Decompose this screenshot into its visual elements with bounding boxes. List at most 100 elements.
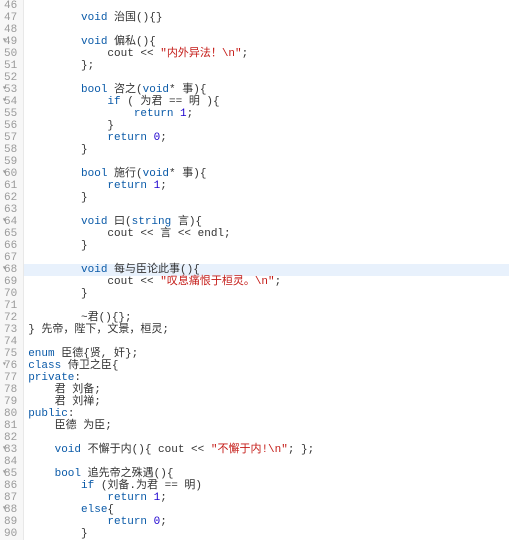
code-token [28,108,134,120]
fold-toggle-icon[interactable] [2,85,10,93]
code-line[interactable] [24,432,509,444]
code-token: : [74,372,81,384]
fold-toggle-icon[interactable] [2,265,10,273]
code-line[interactable]: 君 刘禅; [24,396,509,408]
code-line[interactable]: 臣德 为臣; [24,420,509,432]
code-token [147,180,154,192]
code-line[interactable]: return 0; [24,132,509,144]
code-line[interactable]: } [24,240,509,252]
line-number: 57 [4,132,17,144]
code-token [147,516,154,528]
code-line[interactable]: private: [24,372,509,384]
code-token: return [107,492,147,504]
fold-toggle-icon[interactable] [2,469,10,477]
code-token: 追先帝之殊遇(){ [81,468,173,480]
code-line[interactable]: void 治国(){} [24,12,509,24]
code-token: "内外异法！\n" [160,48,241,60]
code-line[interactable] [24,204,509,216]
code-line[interactable]: return 1; [24,108,509,120]
code-token: ; [242,48,249,60]
code-line[interactable]: public: [24,408,509,420]
code-line[interactable]: bool 咨之(void* 事){ [24,84,509,96]
code-line[interactable]: ~君(){}; [24,312,509,324]
code-line[interactable]: return 1; [24,180,509,192]
code-line[interactable] [24,252,509,264]
code-line[interactable]: else{ [24,504,509,516]
code-token: 咨之( [107,84,142,96]
code-token: ; [160,516,167,528]
code-token: 侍卫之臣{ [61,360,118,372]
code-line[interactable] [24,0,509,12]
code-token [28,168,81,180]
code-token: 曰( [107,216,131,228]
code-line[interactable]: } 先帝，陛下，文景，桓灵; [24,324,509,336]
code-token: if [81,480,94,492]
code-token: void [81,36,107,48]
code-line[interactable]: void 每与臣论此事(){ [24,264,509,276]
code-line[interactable]: } [24,528,509,540]
code-token: 施行( [107,168,142,180]
code-token: "叹息痛恨于桓灵。\n" [160,276,274,288]
code-line[interactable]: if (刘备.为君 == 明) [24,480,509,492]
code-token: void [55,444,81,456]
code-token: class [28,360,61,372]
code-token: 臣德 为臣; [28,420,112,432]
code-token: 1 [180,108,187,120]
line-number: 71 [4,300,17,312]
fold-toggle-icon[interactable] [2,169,10,177]
code-token: if [107,96,120,108]
code-line[interactable]: enum 臣德{贤, 奸}; [24,348,509,360]
code-line[interactable]: return 0; [24,516,509,528]
code-line[interactable]: } [24,144,509,156]
code-token [28,516,107,528]
fold-toggle-icon[interactable] [2,97,10,105]
code-token: 君 刘禅; [28,396,101,408]
fold-toggle-icon[interactable] [2,37,10,45]
code-token: ( 为君 == 明 ){ [121,96,220,108]
code-line[interactable]: void 偏私(){ [24,36,509,48]
code-line[interactable]: if ( 为君 == 明 ){ [24,96,509,108]
code-line[interactable]: return 1; [24,492,509,504]
code-token [28,216,81,228]
code-line[interactable]: } [24,192,509,204]
line-number: 47 [4,12,17,24]
code-token: return [107,132,147,144]
code-line[interactable] [24,72,509,84]
fold-toggle-icon[interactable] [2,445,10,453]
code-line[interactable] [24,24,509,36]
code-area[interactable]: void 治国(){} void 偏私(){ cout << "内外异法！\n"… [24,0,509,540]
line-number: 89 [4,516,17,528]
code-line[interactable]: cout << 言 << endl; [24,228,509,240]
code-line[interactable] [24,300,509,312]
line-number: 58 [4,144,17,156]
code-line[interactable]: } [24,120,509,132]
code-line[interactable]: } [24,288,509,300]
code-line[interactable]: bool 追先帝之殊遇(){ [24,468,509,480]
line-number: 85 [4,468,17,480]
code-token: } [28,120,114,132]
line-number: 65 [4,228,17,240]
code-token: { [107,504,114,516]
code-token: } [28,288,87,300]
code-token: void [81,12,107,24]
code-line[interactable] [24,156,509,168]
code-token: bool [55,468,81,480]
code-line[interactable]: class 侍卫之臣{ [24,360,509,372]
code-line[interactable] [24,456,509,468]
code-line[interactable]: cout << "内外异法！\n"; [24,48,509,60]
code-line[interactable]: void 曰(string 言){ [24,216,509,228]
code-line[interactable]: }; [24,60,509,72]
line-number: 51 [4,60,17,72]
code-line[interactable]: bool 施行(void* 事){ [24,168,509,180]
code-line[interactable]: cout << "叹息痛恨于桓灵。\n"; [24,276,509,288]
code-token [28,96,107,108]
line-number: 77 [4,372,17,384]
code-line[interactable]: 君 刘备; [24,384,509,396]
fold-toggle-icon[interactable] [2,505,10,513]
code-token: cout << 言 << endl; [28,228,230,240]
fold-toggle-icon[interactable] [2,361,10,369]
code-line[interactable]: void 不懈于内(){ cout << "不懈于内!\n"; }; [24,444,509,456]
code-line[interactable] [24,336,509,348]
code-token: bool [81,84,107,96]
fold-toggle-icon[interactable] [2,217,10,225]
